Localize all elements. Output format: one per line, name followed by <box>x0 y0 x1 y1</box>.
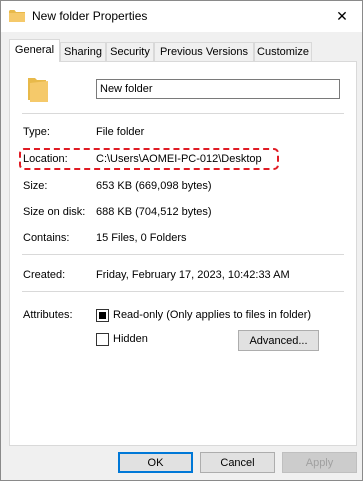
divider <box>22 291 344 292</box>
size-label: Size: <box>23 180 48 192</box>
size-on-disk-value: 688 KB (704,512 bytes) <box>96 206 212 218</box>
attributes-label: Attributes: <box>23 309 73 321</box>
window-title: New folder Properties <box>32 9 148 23</box>
type-value: File folder <box>96 126 145 138</box>
folder-icon <box>9 9 25 23</box>
properties-dialog: New folder Properties ✕ General Sharing … <box>0 0 363 481</box>
general-panel: Type: File folder Location: C:\Users\AOM… <box>9 61 357 446</box>
folder-icon <box>26 75 50 103</box>
size-on-disk-label: Size on disk: <box>23 206 86 218</box>
contains-label: Contains: <box>23 232 70 244</box>
folder-name-input[interactable] <box>96 79 340 99</box>
advanced-button[interactable]: Advanced... <box>238 330 319 351</box>
tab-general[interactable]: General <box>9 39 60 62</box>
ok-button[interactable]: OK <box>118 452 193 473</box>
readonly-checkbox[interactable] <box>96 309 109 322</box>
hidden-checkbox[interactable] <box>96 333 109 346</box>
close-icon: ✕ <box>336 8 348 24</box>
tab-sharing[interactable]: Sharing <box>60 42 106 61</box>
tab-security[interactable]: Security <box>106 42 154 61</box>
tab-customize[interactable]: Customize <box>254 42 312 61</box>
type-label: Type: <box>23 126 50 138</box>
title-bar: New folder Properties ✕ <box>1 1 362 32</box>
cancel-button[interactable]: Cancel <box>200 452 275 473</box>
divider <box>22 254 344 255</box>
tab-previous-versions[interactable]: Previous Versions <box>154 42 254 61</box>
location-label: Location: <box>23 153 68 165</box>
created-value: Friday, February 17, 2023, 10:42:33 AM <box>96 269 290 281</box>
apply-button[interactable]: Apply <box>282 452 357 473</box>
close-button[interactable]: ✕ <box>322 1 362 32</box>
divider <box>22 113 344 114</box>
contains-value: 15 Files, 0 Folders <box>96 232 187 244</box>
size-value: 653 KB (669,098 bytes) <box>96 180 212 192</box>
location-value: C:\Users\AOMEI-PC-012\Desktop <box>96 153 262 165</box>
readonly-label: Read-only (Only applies to files in fold… <box>113 309 312 321</box>
hidden-label: Hidden <box>113 333 148 345</box>
created-label: Created: <box>23 269 66 281</box>
